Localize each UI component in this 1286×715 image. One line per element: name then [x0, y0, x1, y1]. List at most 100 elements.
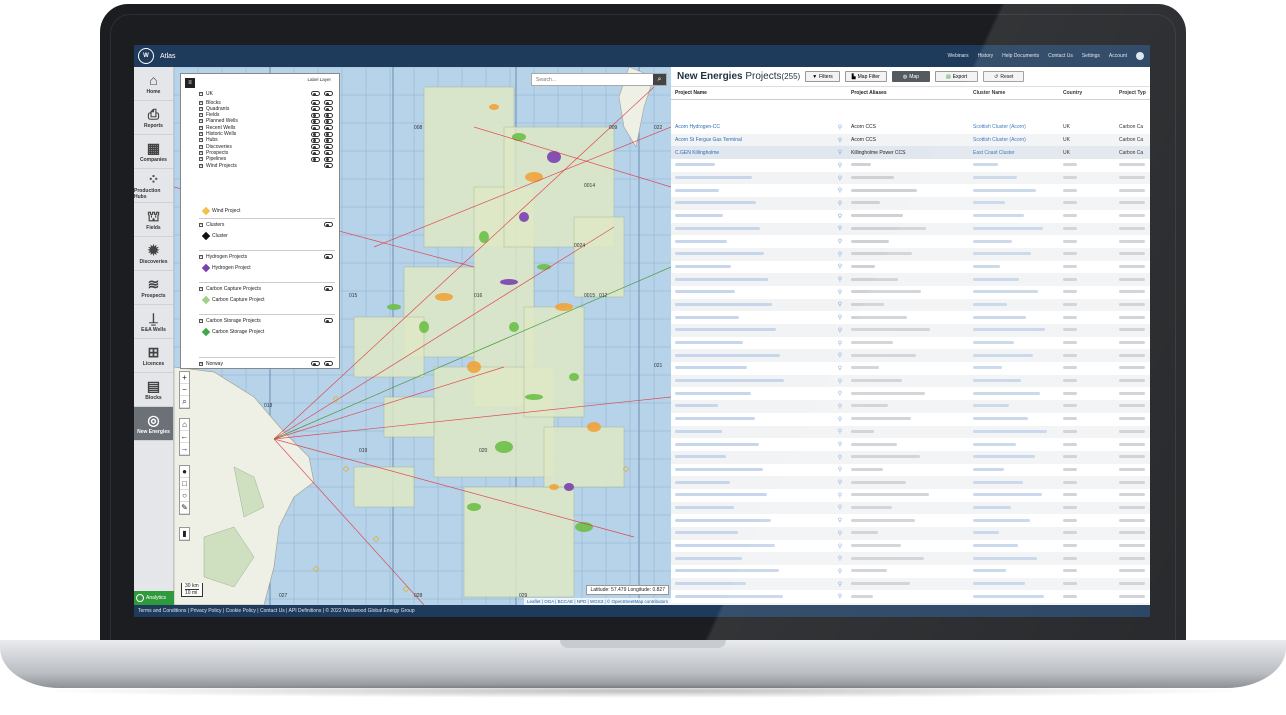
expand-icon[interactable]: +: [199, 157, 203, 162]
location-pin-icon[interactable]: ⚲: [833, 337, 847, 350]
layer-toggles[interactable]: [324, 163, 333, 168]
expand-icon[interactable]: +: [199, 163, 203, 168]
label-toggle[interactable]: [311, 361, 320, 366]
layer-toggle[interactable]: [324, 163, 333, 168]
table-row[interactable]: Acorn St Fergus Gas Terminal ⚲ Acorn CCS Sc…: [671, 133, 1150, 147]
project-name-link[interactable]: Acorn St Fergus Gas Terminal: [671, 133, 833, 147]
layer-toggles[interactable]: [311, 91, 333, 96]
footer[interactable]: Terms and Conditions | Privacy Policy | …: [134, 605, 1150, 617]
col-cluster-name[interactable]: Cluster Name: [969, 87, 1059, 100]
table-row-blurred[interactable]: ⚲: [671, 425, 1150, 439]
zoom-in-icon[interactable]: +: [180, 372, 189, 384]
layer-toggles[interactable]: [311, 118, 333, 124]
table-row-blurred[interactable]: ⚲: [671, 197, 1150, 210]
label-toggle[interactable]: [311, 100, 320, 105]
location-pin-icon[interactable]: ⚲: [833, 159, 847, 172]
table-row-blurred[interactable]: ⚲: [671, 159, 1150, 172]
expand-icon[interactable]: +: [199, 113, 203, 118]
table-row-blurred[interactable]: ⚲: [671, 527, 1150, 540]
location-pin-icon[interactable]: ⚲: [833, 501, 847, 515]
layer-toggle[interactable]: [324, 106, 333, 112]
col-project-name[interactable]: Project Name: [671, 87, 833, 100]
filters-button[interactable]: ▼ Filters: [805, 71, 840, 82]
layer-wind-projects[interactable]: + Wind Projects: [199, 162, 333, 169]
map-search-input[interactable]: Search... ⌕: [531, 73, 667, 86]
layer-toggles[interactable]: [324, 254, 333, 259]
label-toggle[interactable]: [311, 112, 320, 118]
search-icon[interactable]: ⌕: [653, 74, 666, 85]
table-row-blurred[interactable]: ⚲: [671, 438, 1150, 451]
layer-toggle[interactable]: [324, 131, 333, 137]
project-name-link[interactable]: Acorn Hydrogen-CC: [671, 121, 833, 134]
location-pin-icon[interactable]: ⚲: [833, 298, 847, 312]
nav-account[interactable]: Account: [1109, 53, 1127, 59]
expand-icon[interactable]: +: [199, 361, 203, 366]
nav-history[interactable]: History: [978, 53, 994, 59]
nav-help-documents[interactable]: Help Documents: [1002, 53, 1039, 59]
table-row-blurred[interactable]: ⚲: [671, 476, 1150, 489]
nav-settings[interactable]: Settings: [1082, 53, 1100, 59]
expand-icon[interactable]: +: [199, 150, 203, 155]
location-pin-icon[interactable]: ⚲: [833, 464, 847, 477]
layer-toggles[interactable]: [311, 100, 333, 105]
table-row-blurred[interactable]: ⚲: [671, 286, 1150, 299]
location-pin-icon[interactable]: ⚲: [833, 565, 847, 578]
location-pin-icon[interactable]: ⚲: [833, 387, 847, 400]
forward-icon[interactable]: →: [180, 443, 189, 455]
table-row-blurred[interactable]: ⚲: [671, 514, 1150, 527]
location-pin-icon[interactable]: ⚲: [833, 247, 847, 261]
location-pin-icon[interactable]: ⚲: [833, 197, 847, 210]
export-button[interactable]: ▤ Export: [934, 71, 979, 82]
location-pin-icon[interactable]: ⚲: [833, 438, 847, 451]
expand-icon[interactable]: +: [199, 106, 203, 111]
location-pin-icon[interactable]: ⚲: [833, 261, 847, 274]
table-row-blurred[interactable]: ⚲: [671, 311, 1150, 324]
expand-icon[interactable]: −: [199, 286, 203, 291]
location-pin-icon[interactable]: ⚲: [833, 222, 847, 236]
rail-item-blocks[interactable]: ▤ Blocks: [134, 373, 173, 407]
location-pin-icon[interactable]: ⚲: [833, 273, 847, 286]
rail-item-home[interactable]: ⌂ Home: [134, 67, 173, 101]
layer-toggle[interactable]: [324, 144, 333, 150]
expand-icon[interactable]: +: [199, 125, 203, 130]
table-row-blurred[interactable]: ⚲: [671, 273, 1150, 286]
table-row-blurred[interactable]: ⚲: [671, 247, 1150, 261]
layer-toggles[interactable]: [324, 286, 333, 291]
layer-toggle[interactable]: [324, 137, 333, 143]
table-row-blurred[interactable]: ⚲: [671, 413, 1150, 426]
label-toggle[interactable]: [311, 150, 320, 156]
label-toggle[interactable]: [311, 91, 320, 96]
rectangle-icon[interactable]: □: [180, 478, 189, 490]
label-toggle[interactable]: [311, 156, 320, 162]
rail-item-prospects[interactable]: ≋ Prospects: [134, 271, 173, 305]
col-country[interactable]: Country: [1059, 87, 1115, 100]
layer-group-2[interactable]: − Carbon Capture Projects: [199, 285, 333, 292]
account-avatar-icon[interactable]: [1136, 52, 1144, 60]
table-row-blurred[interactable]: ⚲: [671, 450, 1150, 464]
map-filter-button[interactable]: ▙ Map Filter: [844, 71, 887, 82]
rail-item-production-hubs[interactable]: ⁘ Production Hubs: [134, 169, 173, 203]
table-row[interactable]: Acorn Hydrogen-CC ⚲ Acorn CCS Scottish Clus…: [671, 121, 1150, 134]
location-pin-icon[interactable]: ⚲: [833, 425, 847, 439]
expand-icon[interactable]: +: [199, 119, 203, 124]
location-pin-icon[interactable]: ⚲: [833, 489, 847, 502]
layer-toggle[interactable]: [324, 254, 333, 259]
layer-toggles[interactable]: [311, 137, 333, 143]
layer-toggles[interactable]: [324, 318, 333, 323]
location-pin-icon[interactable]: ⚲: [833, 450, 847, 464]
location-pin-icon[interactable]: ⚲: [833, 324, 847, 337]
zoom-search-icon[interactable]: ⌕: [180, 396, 189, 408]
label-toggle[interactable]: [311, 118, 320, 124]
cluster-name-link[interactable]: Scottish Cluster (Acorn): [969, 133, 1059, 147]
layer-toggle[interactable]: [324, 361, 333, 366]
layer-toggle[interactable]: [324, 91, 333, 96]
layer-toggles[interactable]: [311, 112, 333, 118]
table-row-blurred[interactable]: ⚲: [671, 374, 1150, 388]
table-row-blurred[interactable]: ⚲: [671, 298, 1150, 312]
location-pin-icon[interactable]: ⚲: [833, 400, 847, 413]
location-pin-icon[interactable]: ⚲: [833, 133, 847, 147]
marker-icon[interactable]: ●: [180, 466, 189, 478]
reset-button[interactable]: ↺ Reset: [983, 71, 1025, 82]
layer-toggle[interactable]: [324, 286, 333, 291]
table-row-blurred[interactable]: ⚲: [671, 261, 1150, 274]
